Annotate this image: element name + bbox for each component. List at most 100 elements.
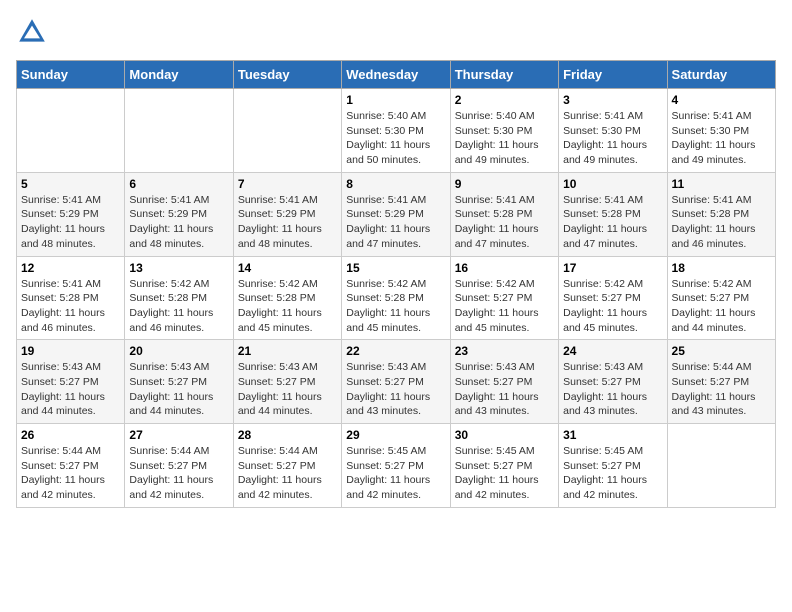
day-number: 5 [21,177,120,191]
calendar-cell: 20 Sunrise: 5:43 AM Sunset: 5:27 PM Dayli… [125,340,233,424]
day-info: Sunrise: 5:41 AM Sunset: 5:29 PM Dayligh… [346,193,445,252]
calendar-cell: 22 Sunrise: 5:43 AM Sunset: 5:27 PM Dayli… [342,340,450,424]
day-number: 4 [672,93,771,107]
day-info: Sunrise: 5:41 AM Sunset: 5:28 PM Dayligh… [21,277,120,336]
day-number: 6 [129,177,228,191]
day-info: Sunrise: 5:44 AM Sunset: 5:27 PM Dayligh… [129,444,228,503]
day-number: 19 [21,344,120,358]
day-number: 27 [129,428,228,442]
calendar-cell: 25Sunrise: 5:44 AM Sunset: 5:27 PM Dayli… [667,340,775,424]
day-number: 20 [129,344,228,358]
day-info: Sunrise: 5:41 AM Sunset: 5:29 PM Dayligh… [129,193,228,252]
calendar-cell: 1 Sunrise: 5:40 AM Sunset: 5:30 PM Daylig… [342,89,450,173]
day-number: 8 [346,177,445,191]
calendar-header-wednesday: Wednesday [342,61,450,89]
calendar-cell: 26 Sunrise: 5:44 AM Sunset: 5:27 PM Dayli… [17,424,125,508]
day-number: 18 [672,261,771,275]
day-info: Sunrise: 5:42 AM Sunset: 5:28 PM Dayligh… [238,277,337,336]
calendar-cell: 31 Sunrise: 5:45 AM Sunset: 5:27 PM Dayli… [559,424,667,508]
calendar-cell [125,89,233,173]
day-number: 30 [455,428,554,442]
day-number: 21 [238,344,337,358]
day-number: 24 [563,344,662,358]
calendar-header-row: SundayMondayTuesdayWednesdayThursdayFrid… [17,61,776,89]
calendar-cell: 7 Sunrise: 5:41 AM Sunset: 5:29 PM Daylig… [233,172,341,256]
day-info: Sunrise: 5:41 AM Sunset: 5:28 PM Dayligh… [563,193,662,252]
day-number: 17 [563,261,662,275]
day-info: Sunrise: 5:42 AM Sunset: 5:28 PM Dayligh… [129,277,228,336]
calendar-header-tuesday: Tuesday [233,61,341,89]
day-number: 7 [238,177,337,191]
day-info: Sunrise: 5:43 AM Sunset: 5:27 PM Dayligh… [238,360,337,419]
calendar-cell: 6 Sunrise: 5:41 AM Sunset: 5:29 PM Daylig… [125,172,233,256]
day-info: Sunrise: 5:40 AM Sunset: 5:30 PM Dayligh… [346,109,445,168]
calendar-header-friday: Friday [559,61,667,89]
calendar-cell: 9 Sunrise: 5:41 AM Sunset: 5:28 PM Daylig… [450,172,558,256]
calendar-cell: 16 Sunrise: 5:42 AM Sunset: 5:27 PM Dayli… [450,256,558,340]
day-number: 22 [346,344,445,358]
day-info: Sunrise: 5:43 AM Sunset: 5:27 PM Dayligh… [563,360,662,419]
calendar-week-row: 19 Sunrise: 5:43 AM Sunset: 5:27 PM Dayli… [17,340,776,424]
calendar-cell: 24 Sunrise: 5:43 AM Sunset: 5:27 PM Dayli… [559,340,667,424]
calendar-cell: 19 Sunrise: 5:43 AM Sunset: 5:27 PM Dayli… [17,340,125,424]
day-number: 13 [129,261,228,275]
calendar-cell: 27 Sunrise: 5:44 AM Sunset: 5:27 PM Dayli… [125,424,233,508]
calendar-cell: 23Sunrise: 5:43 AM Sunset: 5:27 PM Dayli… [450,340,558,424]
calendar-cell: 8 Sunrise: 5:41 AM Sunset: 5:29 PM Daylig… [342,172,450,256]
calendar-header-saturday: Saturday [667,61,775,89]
day-info: Sunrise: 5:41 AM Sunset: 5:28 PM Dayligh… [672,193,771,252]
calendar-cell: 29 Sunrise: 5:45 AM Sunset: 5:27 PM Dayli… [342,424,450,508]
day-number: 12 [21,261,120,275]
day-number: 16 [455,261,554,275]
day-info: Sunrise: 5:40 AM Sunset: 5:30 PM Dayligh… [455,109,554,168]
calendar-table: SundayMondayTuesdayWednesdayThursdayFrid… [16,60,776,508]
day-info: Sunrise: 5:43 AM Sunset: 5:27 PM Dayligh… [129,360,228,419]
calendar-cell: 18 Sunrise: 5:42 AM Sunset: 5:27 PM Dayli… [667,256,775,340]
day-info: Sunrise: 5:43 AM Sunset: 5:27 PM Dayligh… [346,360,445,419]
day-number: 25 [672,344,771,358]
calendar-cell: 5 Sunrise: 5:41 AM Sunset: 5:29 PM Daylig… [17,172,125,256]
calendar-cell: 21 Sunrise: 5:43 AM Sunset: 5:27 PM Dayli… [233,340,341,424]
day-info: Sunrise: 5:43 AM Sunset: 5:27 PM Dayligh… [455,360,554,419]
calendar-cell: 14 Sunrise: 5:42 AM Sunset: 5:28 PM Dayli… [233,256,341,340]
day-info: Sunrise: 5:42 AM Sunset: 5:27 PM Dayligh… [563,277,662,336]
calendar-cell [667,424,775,508]
day-info: Sunrise: 5:42 AM Sunset: 5:27 PM Dayligh… [672,277,771,336]
calendar-header-monday: Monday [125,61,233,89]
day-info: Sunrise: 5:41 AM Sunset: 5:29 PM Dayligh… [21,193,120,252]
day-info: Sunrise: 5:41 AM Sunset: 5:28 PM Dayligh… [455,193,554,252]
day-number: 26 [21,428,120,442]
calendar-cell: 30 Sunrise: 5:45 AM Sunset: 5:27 PM Dayli… [450,424,558,508]
calendar-cell [17,89,125,173]
page-header [16,16,776,48]
day-number: 3 [563,93,662,107]
calendar-cell: 10 Sunrise: 5:41 AM Sunset: 5:28 PM Dayli… [559,172,667,256]
day-info: Sunrise: 5:41 AM Sunset: 5:29 PM Dayligh… [238,193,337,252]
day-number: 14 [238,261,337,275]
day-info: Sunrise: 5:44 AM Sunset: 5:27 PM Dayligh… [21,444,120,503]
day-info: Sunrise: 5:45 AM Sunset: 5:27 PM Dayligh… [455,444,554,503]
day-info: Sunrise: 5:41 AM Sunset: 5:30 PM Dayligh… [672,109,771,168]
day-info: Sunrise: 5:42 AM Sunset: 5:27 PM Dayligh… [455,277,554,336]
day-number: 29 [346,428,445,442]
calendar-cell: 13 Sunrise: 5:42 AM Sunset: 5:28 PM Dayli… [125,256,233,340]
logo [16,16,52,48]
calendar-week-row: 5 Sunrise: 5:41 AM Sunset: 5:29 PM Daylig… [17,172,776,256]
calendar-week-row: 26 Sunrise: 5:44 AM Sunset: 5:27 PM Dayli… [17,424,776,508]
calendar-header-thursday: Thursday [450,61,558,89]
day-number: 10 [563,177,662,191]
calendar-week-row: 1 Sunrise: 5:40 AM Sunset: 5:30 PM Daylig… [17,89,776,173]
day-number: 31 [563,428,662,442]
day-info: Sunrise: 5:45 AM Sunset: 5:27 PM Dayligh… [346,444,445,503]
day-number: 1 [346,93,445,107]
day-number: 9 [455,177,554,191]
calendar-header-sunday: Sunday [17,61,125,89]
calendar-cell: 28Sunrise: 5:44 AM Sunset: 5:27 PM Dayli… [233,424,341,508]
calendar-cell: 11Sunrise: 5:41 AM Sunset: 5:28 PM Dayli… [667,172,775,256]
day-info: Sunrise: 5:45 AM Sunset: 5:27 PM Dayligh… [563,444,662,503]
day-info: Sunrise: 5:44 AM Sunset: 5:27 PM Dayligh… [238,444,337,503]
logo-icon [16,16,48,48]
calendar-cell: 17 Sunrise: 5:42 AM Sunset: 5:27 PM Dayli… [559,256,667,340]
day-info: Sunrise: 5:43 AM Sunset: 5:27 PM Dayligh… [21,360,120,419]
day-number: 2 [455,93,554,107]
